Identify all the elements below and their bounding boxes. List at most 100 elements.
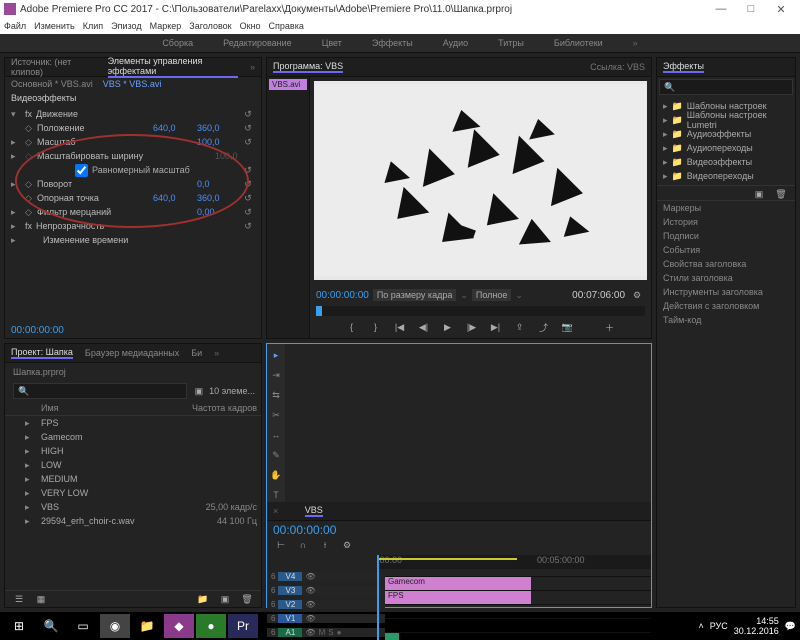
menu-file[interactable]: Файл xyxy=(4,21,26,31)
effects-folder[interactable]: ▸📁Видеоэффекты xyxy=(659,155,793,169)
tray-expand-icon[interactable]: ˄ xyxy=(698,621,703,631)
timeline-timecode[interactable]: 00:00:00:00 xyxy=(273,523,645,537)
menu-clip[interactable]: Клип xyxy=(83,21,103,31)
tray-lang[interactable]: РУС xyxy=(710,621,728,631)
notification-icon[interactable]: 💬 xyxy=(785,621,796,632)
pos-y[interactable]: 360,0 xyxy=(197,123,237,133)
uniform-scale-checkbox[interactable] xyxy=(75,164,88,177)
video-track[interactable]: 6V4👁Gamecom xyxy=(267,569,651,583)
tab-source[interactable]: Источник: (нет клипов) xyxy=(11,57,96,77)
reset-icon[interactable]: ↺ xyxy=(241,179,255,190)
tray-date[interactable]: 30.12.2016 xyxy=(734,626,779,636)
reset-icon[interactable]: ↺ xyxy=(241,207,255,218)
new-item-icon[interactable]: ▣ xyxy=(217,591,233,607)
hand-tool-icon[interactable]: ✋ xyxy=(269,468,283,482)
icon-view-icon[interactable]: ▦ xyxy=(33,591,49,607)
go-in-icon[interactable]: |◀ xyxy=(392,319,408,335)
tray-time[interactable]: 14:55 xyxy=(734,616,779,626)
tab-bi[interactable]: Би xyxy=(191,348,202,358)
link-icon[interactable]: ∩ xyxy=(295,537,311,553)
settings-icon[interactable]: ⚙ xyxy=(339,537,355,553)
timeline-clip[interactable]: Gamecom xyxy=(385,577,531,590)
search-taskbar-icon[interactable]: 🔍 xyxy=(36,614,66,638)
tab-media-browser[interactable]: Браузер медиаданных xyxy=(85,348,179,358)
audio-track[interactable]: 6A1👁MS● xyxy=(267,625,651,639)
program-link[interactable]: Ссылка: VBS xyxy=(590,62,645,72)
project-item[interactable]: ▸LOW xyxy=(5,458,261,472)
settings-icon[interactable]: ⚙ xyxy=(629,287,645,303)
panel-section[interactable]: Подписи xyxy=(657,229,795,243)
lift-icon[interactable]: ⇪ xyxy=(512,319,528,335)
prop-flicker[interactable]: Фильтр мерцаний xyxy=(37,207,193,217)
reset-icon[interactable]: ↺ xyxy=(241,123,255,134)
type-tool-icon[interactable]: T xyxy=(269,488,283,502)
menu-sequence[interactable]: Эпизод xyxy=(111,21,141,31)
prop-anchor[interactable]: Опорная точка xyxy=(37,193,149,203)
fx-opacity[interactable]: Непрозрачность xyxy=(36,221,237,231)
tab-project[interactable]: Проект: Шапка xyxy=(11,347,73,359)
project-item[interactable]: ▸FPS xyxy=(5,416,261,430)
panel-section[interactable]: История xyxy=(657,215,795,229)
tab-effect-controls[interactable]: Элементы управления эффектами xyxy=(108,56,238,78)
project-item[interactable]: ▸VBS25,00 кадр/с xyxy=(5,500,261,514)
effects-folder[interactable]: ▸📁Аудиопереходы xyxy=(659,141,793,155)
start-button[interactable]: ⊞ xyxy=(4,614,34,638)
mark-out-icon[interactable]: } xyxy=(368,319,384,335)
program-monitor[interactable] xyxy=(314,81,647,280)
menu-window[interactable]: Окно xyxy=(240,21,261,31)
razor-tool-icon[interactable]: ✂ xyxy=(269,408,283,422)
close-button[interactable]: ✕ xyxy=(766,3,796,16)
panel-section[interactable]: Инструменты заголовка xyxy=(657,285,795,299)
timeline-clip[interactable] xyxy=(385,633,399,640)
prop-scale[interactable]: Масштаб xyxy=(37,137,193,147)
workspace-editing[interactable]: Редактирование xyxy=(223,38,292,48)
menu-help[interactable]: Справка xyxy=(269,21,304,31)
pen-tool-icon[interactable]: ✎ xyxy=(269,448,283,462)
panel-section[interactable]: Маркеры xyxy=(657,201,795,215)
playhead[interactable] xyxy=(377,555,379,640)
list-view-icon[interactable]: ☰ xyxy=(11,591,27,607)
export-frame-icon[interactable]: 📷 xyxy=(560,319,576,335)
explorer-icon[interactable]: 📁 xyxy=(132,614,162,638)
menu-title[interactable]: Заголовок xyxy=(189,21,231,31)
workspace-titles[interactable]: Титры xyxy=(498,38,524,48)
project-item[interactable]: ▸VERY LOW xyxy=(5,486,261,500)
workspace-effects[interactable]: Эффекты xyxy=(372,38,413,48)
effects-folder[interactable]: ▸📁Видеопереходы xyxy=(659,169,793,183)
col-name[interactable]: Имя xyxy=(41,403,187,413)
rot-v[interactable]: 0,0 xyxy=(197,179,237,189)
anc-y[interactable]: 360,0 xyxy=(197,193,237,203)
panel-section[interactable]: Тайм-код xyxy=(657,313,795,327)
reset-icon[interactable]: ↺ xyxy=(241,137,255,148)
timeline-ruler[interactable]: :00:00 00:05:00:00 xyxy=(377,555,651,569)
task-view-icon[interactable]: ▭ xyxy=(68,614,98,638)
panel-section[interactable]: Стили заголовка xyxy=(657,271,795,285)
resolution-select[interactable]: Полное xyxy=(472,289,512,301)
panel-section[interactable]: Свойства заголовка xyxy=(657,257,795,271)
fx-time-remap[interactable]: Изменение времени xyxy=(43,235,255,245)
workspace-color[interactable]: Цвет xyxy=(322,38,342,48)
menu-marker[interactable]: Маркер xyxy=(150,21,182,31)
delete-icon[interactable]: 🗑 xyxy=(239,591,255,607)
fx-motion[interactable]: Движение xyxy=(36,109,237,119)
project-item[interactable]: ▸29594_erh_choir-c.wav44 100 Гц xyxy=(5,514,261,528)
go-out-icon[interactable]: ▶| xyxy=(488,319,504,335)
program-scrubber[interactable] xyxy=(316,306,645,316)
new-bin-icon[interactable]: 📁 xyxy=(195,591,211,607)
clip-instance[interactable]: VBS * VBS.avi xyxy=(103,79,162,89)
effects-search[interactable]: 🔍 xyxy=(659,79,793,95)
workspace-libraries[interactable]: Библиотеки xyxy=(554,38,603,48)
snap-icon[interactable]: ⊢ xyxy=(273,537,289,553)
add-button-icon[interactable]: ＋ xyxy=(602,319,618,335)
selection-tool-icon[interactable]: ▸ xyxy=(269,348,283,362)
col-fps[interactable]: Частота кадров xyxy=(187,403,257,413)
timeline-clip[interactable]: FPS xyxy=(385,591,531,604)
prop-rotation[interactable]: Поворот xyxy=(37,179,193,189)
app-taskbar-icon[interactable]: ◆ xyxy=(164,614,194,638)
marker-icon[interactable]: ⟊ xyxy=(317,537,333,553)
effects-folder[interactable]: ▸📁Шаблоны настроек Lumetri xyxy=(659,113,793,127)
reset-icon[interactable]: ↺ xyxy=(241,165,255,176)
tab-program[interactable]: Программа: VBS xyxy=(273,61,343,73)
flick-v[interactable]: 0,00 xyxy=(197,207,237,217)
minimize-button[interactable]: — xyxy=(706,3,736,15)
